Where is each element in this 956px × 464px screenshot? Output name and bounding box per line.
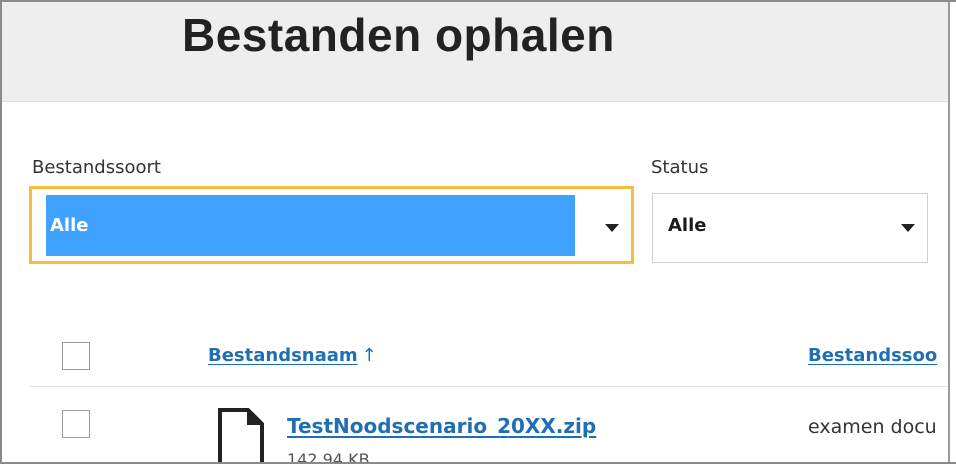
status-filter-label: Status xyxy=(651,157,709,178)
filetype-select-selected-option[interactable] xyxy=(46,195,575,256)
sort-ascending-icon: ↑ xyxy=(361,345,377,366)
column-header-filename-label: Bestandsnaam xyxy=(208,345,358,366)
filetype-select-value: Alle xyxy=(50,215,89,236)
page-header: Bestanden ophalen xyxy=(2,2,948,102)
file-size: 142,94 KB xyxy=(287,450,370,464)
table-header-divider xyxy=(30,386,948,387)
chevron-down-icon[interactable] xyxy=(901,224,915,232)
select-all-checkbox[interactable] xyxy=(62,342,90,370)
row-checkbox[interactable] xyxy=(62,410,90,438)
status-select-value: Alle xyxy=(668,215,707,236)
scrollbar-edge[interactable] xyxy=(948,0,956,464)
chevron-down-icon[interactable] xyxy=(605,224,619,232)
document-icon xyxy=(218,408,264,464)
page: Bestanden ophalen Bestandssoort Status A… xyxy=(0,0,948,464)
file-type-cell: examen docu xyxy=(808,416,937,438)
page-title: Bestanden ophalen xyxy=(182,9,615,61)
column-header-filetype[interactable]: Bestandssoo xyxy=(808,345,937,366)
column-header-filename[interactable]: Bestandsnaam ↑ xyxy=(208,345,377,366)
filetype-filter-label: Bestandssoort xyxy=(32,157,161,178)
file-download-link[interactable]: TestNoodscenario_20XX.zip xyxy=(287,414,596,438)
